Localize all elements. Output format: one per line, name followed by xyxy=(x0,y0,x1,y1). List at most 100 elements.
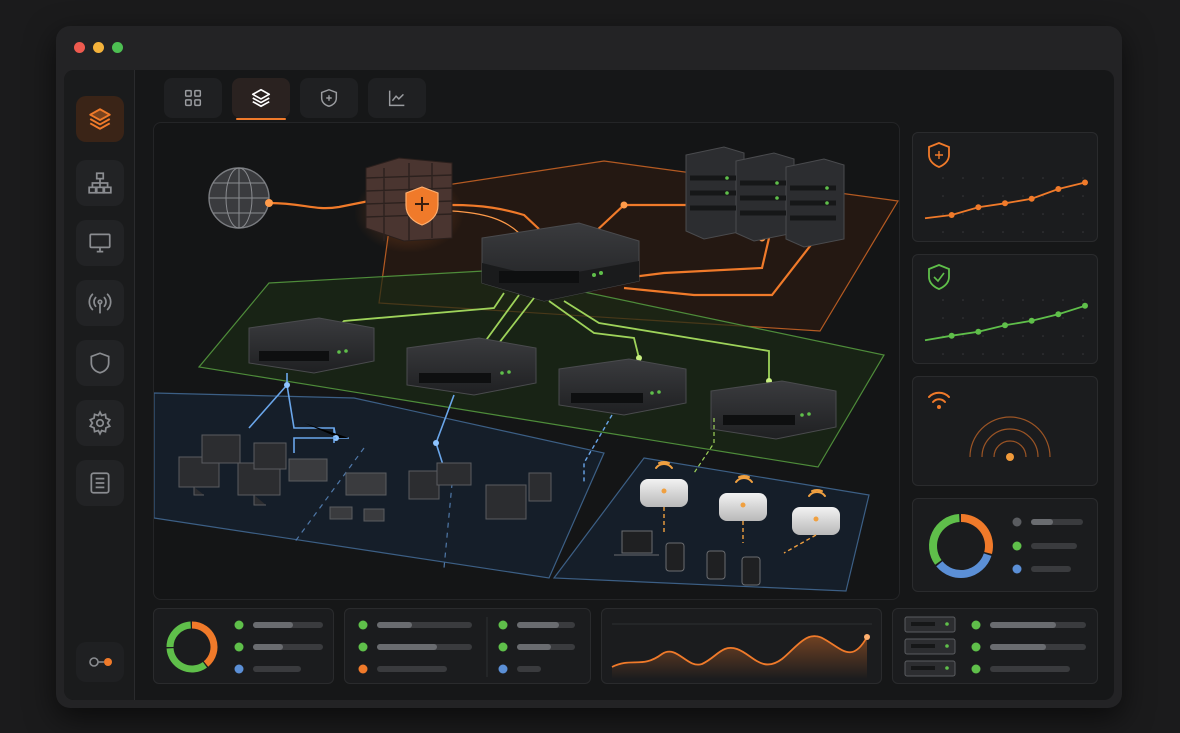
trend-point xyxy=(975,328,982,335)
donut-chart xyxy=(166,621,218,673)
trend-point xyxy=(1028,317,1035,324)
grid-dot xyxy=(1062,299,1064,301)
donut-segment xyxy=(960,514,993,555)
grid-dot xyxy=(1022,335,1024,337)
sidebar-item-settings[interactable] xyxy=(76,400,124,446)
minimize-button[interactable] xyxy=(93,42,104,53)
grid-dot xyxy=(1022,317,1024,319)
grid-dot xyxy=(1002,231,1004,233)
sidebar-item-logs[interactable] xyxy=(76,460,124,506)
grid-dot xyxy=(1062,231,1064,233)
grid-dot xyxy=(1022,353,1024,355)
grid-dot xyxy=(1062,177,1064,179)
grid-dot xyxy=(1042,299,1044,301)
distribution-switch-1 xyxy=(248,317,375,374)
grid-dot xyxy=(982,231,984,233)
grid-dot xyxy=(982,335,984,337)
grid-dot xyxy=(1002,177,1004,179)
grid-dot xyxy=(962,317,964,319)
window-controls xyxy=(74,42,123,53)
grid-dot xyxy=(982,299,984,301)
sidebar-item-devices[interactable] xyxy=(76,220,124,266)
wireless-coverage-card[interactable] xyxy=(912,376,1098,486)
grid-dot xyxy=(1002,353,1004,355)
grid-dot xyxy=(1082,317,1084,319)
tab-grid[interactable] xyxy=(164,78,222,118)
grid-dot xyxy=(1002,195,1004,197)
grid-dot xyxy=(982,353,984,355)
grid-dot xyxy=(1002,335,1004,337)
grid-dot xyxy=(1042,231,1044,233)
grid-dot xyxy=(1022,231,1024,233)
grid-dot xyxy=(982,317,984,319)
grid-dot xyxy=(1062,213,1064,215)
close-button[interactable] xyxy=(74,42,85,53)
sidebar-item-layers[interactable] xyxy=(76,96,124,142)
grid-icon xyxy=(184,89,202,107)
grid-dot xyxy=(962,231,964,233)
bottom-servers-panel[interactable] xyxy=(892,608,1098,684)
maximize-button[interactable] xyxy=(112,42,123,53)
shield-icon xyxy=(320,88,338,108)
tab-layers[interactable] xyxy=(232,78,290,120)
tab-analytics[interactable] xyxy=(368,78,426,118)
tab-security[interactable] xyxy=(300,78,358,118)
app-window xyxy=(56,26,1122,708)
grid-dot xyxy=(962,353,964,355)
trend-point xyxy=(1028,195,1035,202)
security-trend-card[interactable] xyxy=(912,132,1098,242)
sidebar-item-security[interactable] xyxy=(76,340,124,386)
bottom-traffic-wave-panel[interactable] xyxy=(601,608,882,684)
grid-dot xyxy=(1082,335,1084,337)
network-diagram xyxy=(154,146,899,592)
distribution-switch-2 xyxy=(406,337,537,396)
grid-dot xyxy=(962,195,964,197)
grid-dot xyxy=(1042,213,1044,215)
network-topology-view[interactable] xyxy=(153,122,900,600)
health-trend-card[interactable] xyxy=(912,254,1098,364)
shield-check-icon xyxy=(928,264,950,290)
grid-dot xyxy=(1002,317,1004,319)
grid-dot xyxy=(942,177,944,179)
grid-dot xyxy=(1082,195,1084,197)
layers-icon xyxy=(251,88,271,108)
grid-dot xyxy=(1062,335,1064,337)
list-icon xyxy=(90,472,110,494)
grid-dot xyxy=(962,177,964,179)
grid-dot xyxy=(942,299,944,301)
grid-dot xyxy=(1082,177,1084,179)
donut-segment xyxy=(936,553,992,578)
antenna-icon xyxy=(88,293,112,314)
bottom-status-panel[interactable] xyxy=(344,608,591,684)
sidebar xyxy=(64,70,135,700)
grid-dot xyxy=(1022,213,1024,215)
gear-icon xyxy=(88,410,112,436)
app-body xyxy=(64,70,1114,700)
grid-dot xyxy=(1062,353,1064,355)
trend-point xyxy=(948,332,955,339)
internet-globe xyxy=(208,167,270,229)
trend-point xyxy=(1002,322,1008,329)
toggle-icon xyxy=(89,657,112,667)
grid-dot xyxy=(1062,195,1064,197)
grid-dot xyxy=(1082,353,1084,355)
grid-dot xyxy=(942,195,944,197)
firewall xyxy=(365,157,453,242)
grid-dot xyxy=(942,317,944,319)
shield-icon xyxy=(90,352,110,374)
grid-dot xyxy=(942,231,944,233)
hierarchy-icon xyxy=(88,172,112,194)
donut-icon xyxy=(929,514,993,578)
sidebar-collapse-toggle[interactable] xyxy=(76,642,124,682)
donut-segment xyxy=(166,647,207,673)
grid-dot xyxy=(1042,353,1044,355)
grid-dot xyxy=(1022,195,1024,197)
sidebar-item-wireless[interactable] xyxy=(76,280,124,326)
sidebar-item-topology[interactable] xyxy=(76,160,124,206)
distribution-donut-card[interactable] xyxy=(912,498,1098,592)
layers-icon xyxy=(89,108,111,130)
trend-point xyxy=(1082,179,1088,186)
distribution-switch-4 xyxy=(710,380,837,440)
bottom-donut-panel[interactable] xyxy=(153,608,334,684)
trend-point xyxy=(1002,200,1008,207)
